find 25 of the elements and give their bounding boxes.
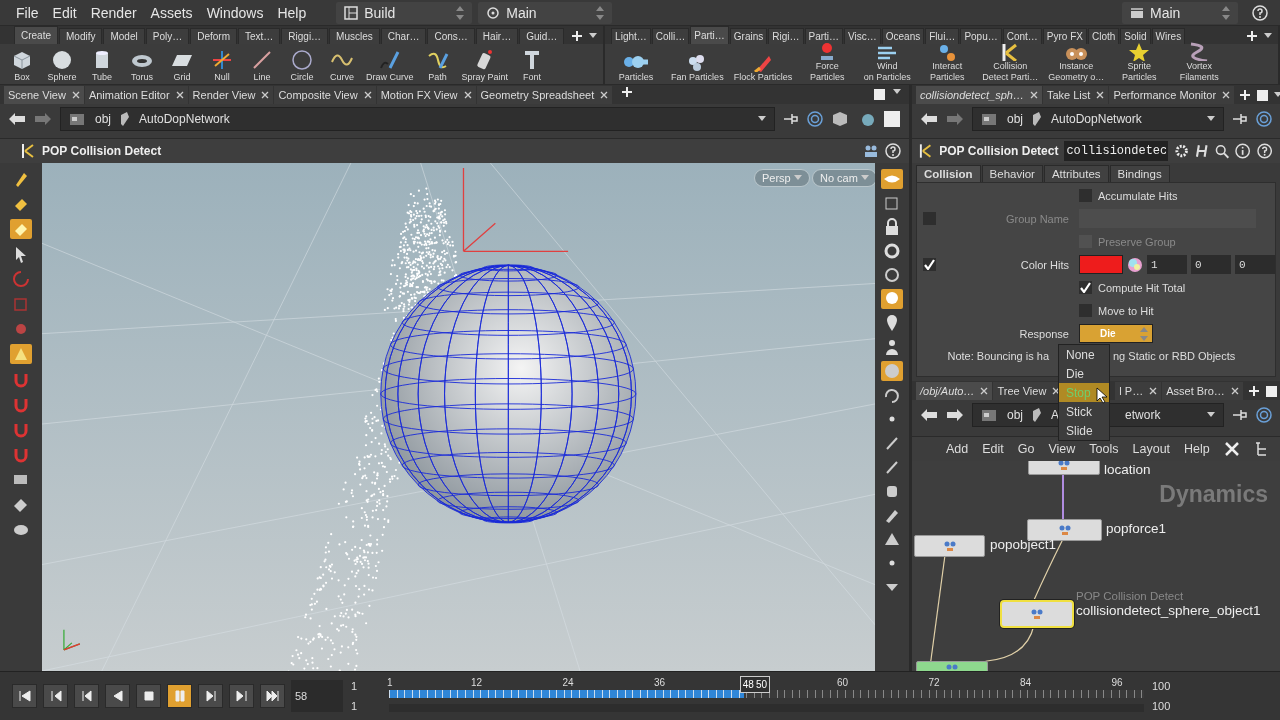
note-text: ng Static or RBD Objects [1113, 350, 1236, 362]
node-name: popforce1 [1106, 521, 1167, 536]
frame-tick: 72 [928, 677, 940, 688]
frame-tick: 96 [1111, 677, 1123, 688]
node-name: popobject1 [990, 537, 1057, 552]
frame-tick: 36 [653, 677, 666, 688]
node-name: collisiondetect_sphere_object1 [1076, 603, 1261, 618]
checkbox-label: Compute Hit Total [1098, 281, 1186, 294]
node-type: POP Collision Detect [939, 144, 1059, 158]
parameter-label: Color Hits [1019, 258, 1069, 271]
checkbox-label: Move to Hit [1098, 304, 1154, 317]
frame-tick: 60 [836, 677, 849, 688]
context-label: Dynamics [1159, 481, 1268, 508]
frame-tick: 24 [562, 677, 574, 688]
checkbox-label: Preserve Group [1098, 235, 1176, 248]
frame-tick: 84 [1019, 677, 1032, 688]
node-type-label: POP Collision Detect [1076, 590, 1184, 602]
note-text: Note: Bouncing is ha [947, 350, 1049, 362]
parameter-label: Response [1018, 327, 1069, 340]
node-name: location [1104, 462, 1151, 477]
frame-tick: 12 [470, 677, 482, 688]
frame-tick: 1 [387, 677, 393, 688]
checkbox-label: Accumulate Hits [1098, 189, 1178, 202]
viewer-title: POP Collision Detect [42, 144, 162, 158]
parameter-label: Group Name [1005, 212, 1069, 225]
